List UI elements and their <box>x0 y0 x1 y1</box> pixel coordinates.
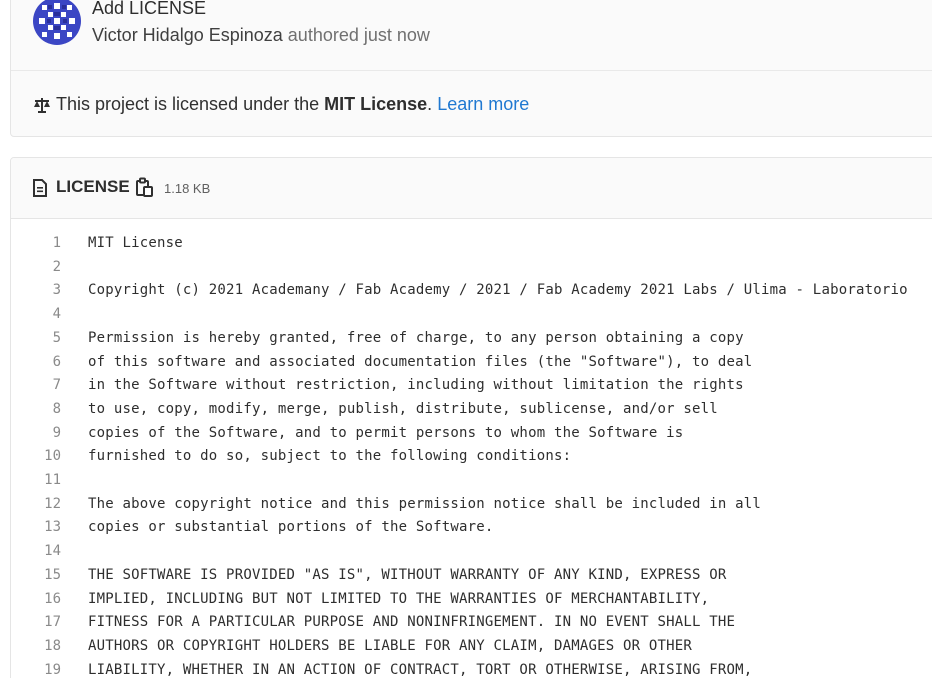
code-line: 1 MIT License <box>11 232 932 256</box>
commit-info-card: Add LICENSE Victor Hidalgo Espinoza auth… <box>10 0 932 137</box>
line-number[interactable]: 15 <box>11 564 61 588</box>
code-line: 15 THE SOFTWARE IS PROVIDED "AS IS", WITH… <box>11 564 932 588</box>
learn-more-link[interactable]: Learn more <box>437 94 529 115</box>
line-number[interactable]: 12 <box>11 493 61 517</box>
code-line: 4 <box>11 303 932 327</box>
license-notice: This project is licensed under the MIT L… <box>33 94 529 115</box>
line-number[interactable]: 4 <box>11 303 61 327</box>
license-notice-prefix: This project is licensed under the <box>56 94 325 114</box>
code-line: 12 The above copyright notice and this pe… <box>11 493 932 517</box>
code-line: 7 in the Software without restriction, in… <box>11 374 932 398</box>
line-text: THE SOFTWARE IS PROVIDED "AS IS", WITHOU… <box>88 566 727 583</box>
scale-icon <box>34 97 50 113</box>
line-number[interactable]: 5 <box>11 327 61 351</box>
line-text: The above copyright notice and this perm… <box>88 495 762 512</box>
file-size: 1.18 KB <box>164 181 211 196</box>
line-number[interactable]: 1 <box>11 232 61 256</box>
code-line: 5 Permission is hereby granted, free of c… <box>11 327 932 351</box>
line-number[interactable]: 14 <box>11 540 61 564</box>
code-line: 14 <box>11 540 932 564</box>
code-line: 2 <box>11 256 932 280</box>
code-line: 9 copies of the Software, and to permit p… <box>11 422 932 446</box>
commit-author[interactable]: Victor Hidalgo Espinoza <box>92 25 283 45</box>
code-line: 8 to use, copy, modify, merge, publish, d… <box>11 398 932 422</box>
code-line: 3 Copyright (c) 2021 Academany / Fab Acad… <box>11 279 932 303</box>
file-icon <box>33 179 47 197</box>
line-number[interactable]: 17 <box>11 611 61 635</box>
code-line: 10 furnished to do so, subject to the fol… <box>11 445 932 469</box>
code-line: 19 LIABILITY, WHETHER IN AN ACTION OF CON… <box>11 659 932 678</box>
code-line: 13 copies or substantial portions of the … <box>11 516 932 540</box>
line-number[interactable]: 16 <box>11 588 61 612</box>
line-text: Copyright (c) 2021 Academany / Fab Acade… <box>88 282 908 299</box>
line-number[interactable]: 8 <box>11 398 61 422</box>
line-text: copies or substantial portions of the So… <box>88 519 494 536</box>
commit-meta: Victor Hidalgo Espinoza authored just no… <box>92 25 430 46</box>
code-line: 16 IMPLIED, INCLUDING BUT NOT LIMITED TO … <box>11 588 932 612</box>
line-number[interactable]: 7 <box>11 374 61 398</box>
line-text: furnished to do so, subject to the follo… <box>88 448 572 465</box>
code-content: 1 MIT License 2 3 Copyright (c) 2021 Academa… <box>11 220 932 678</box>
line-text: Permission is hereby granted, free of ch… <box>88 329 744 346</box>
code-line: 6 of this software and associated documen… <box>11 351 932 375</box>
line-text: LIABILITY, WHETHER IN AN ACTION OF CONTR… <box>88 661 753 678</box>
code-line: 18 AUTHORS OR COPYRIGHT HOLDERS BE LIABLE… <box>11 635 932 659</box>
line-text: of this software and associated document… <box>88 353 753 370</box>
line-text: to use, copy, modify, merge, publish, di… <box>88 400 718 417</box>
line-text: MIT License <box>88 235 183 251</box>
line-number[interactable]: 11 <box>11 469 61 493</box>
line-text: IMPLIED, INCLUDING BUT NOT LIMITED TO TH… <box>88 590 710 607</box>
line-text: copies of the Software, and to permit pe… <box>88 424 684 441</box>
file-name: LICENSE <box>56 177 130 196</box>
line-number[interactable]: 9 <box>11 422 61 446</box>
line-number[interactable]: 3 <box>11 279 61 303</box>
line-number[interactable]: 18 <box>11 635 61 659</box>
line-number[interactable]: 6 <box>11 351 61 375</box>
code-line: 17 FITNESS FOR A PARTICULAR PURPOSE AND N… <box>11 611 932 635</box>
copy-icon[interactable] <box>136 177 154 198</box>
line-text: in the Software without restriction, inc… <box>88 377 744 394</box>
commit-time: authored just now <box>287 25 430 45</box>
line-number[interactable]: 10 <box>11 445 61 469</box>
line-number[interactable]: 19 <box>11 659 61 678</box>
line-text: AUTHORS OR COPYRIGHT HOLDERS BE LIABLE F… <box>88 637 693 654</box>
line-text: FITNESS FOR A PARTICULAR PURPOSE AND NON… <box>88 614 736 631</box>
line-number[interactable]: 2 <box>11 256 61 280</box>
code-line: 11 <box>11 469 932 493</box>
file-viewer: LICENSE 1.18 KB 1 MIT License 2 3 Copyright … <box>10 157 932 678</box>
avatar[interactable] <box>33 0 81 45</box>
file-header: LICENSE 1.18 KB <box>11 158 932 219</box>
line-number[interactable]: 13 <box>11 516 61 540</box>
commit-title[interactable]: Add LICENSE <box>92 0 206 19</box>
license-notice-suffix: . <box>427 94 438 114</box>
license-name: MIT License <box>324 94 428 114</box>
commit-header: Add LICENSE Victor Hidalgo Espinoza auth… <box>11 0 932 71</box>
